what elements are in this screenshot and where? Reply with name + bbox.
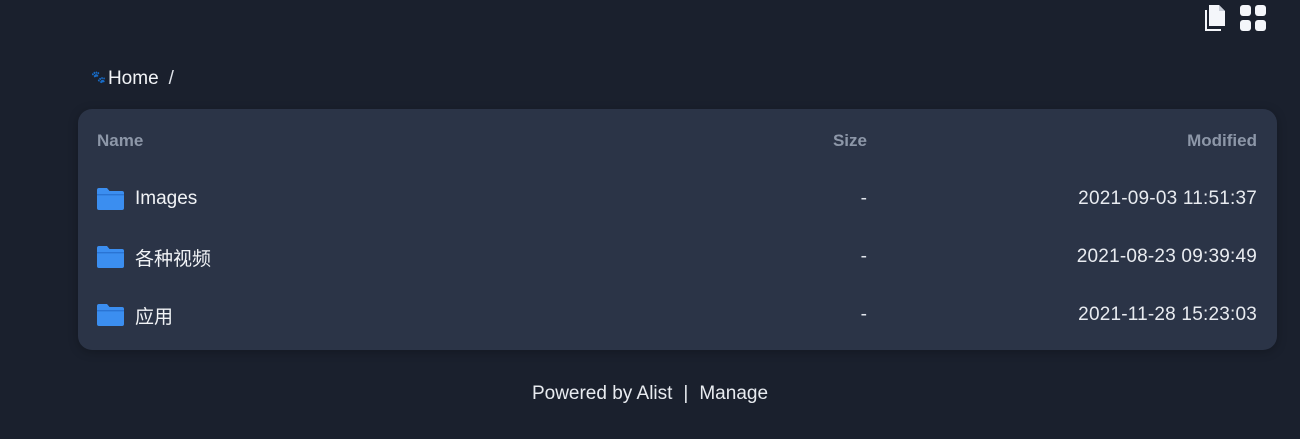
file-name[interactable]: Images	[135, 188, 197, 210]
file-size: -	[860, 188, 867, 209]
table-header: Name Size Modified	[78, 113, 1277, 169]
breadcrumb-separator: /	[168, 68, 174, 89]
grid-icon[interactable]	[1240, 4, 1266, 32]
paw-icon: 🐾	[91, 70, 106, 84]
file-modified: 2021-09-03 11:51:37	[1078, 188, 1257, 209]
powered-by-text[interactable]: Powered by Alist	[532, 383, 672, 405]
file-size: -	[860, 304, 867, 325]
breadcrumb: 🐾 Home /	[91, 68, 174, 90]
file-table: Name Size Modified Images - 2021-09-03 1…	[78, 109, 1277, 350]
manage-link[interactable]: Manage	[699, 383, 768, 405]
file-name[interactable]: 各种视频	[135, 244, 211, 271]
view-toggles	[1202, 4, 1266, 32]
column-header-size[interactable]: Size	[833, 131, 867, 151]
footer: Powered by Alist | Manage	[0, 383, 1300, 405]
table-row[interactable]: Images - 2021-09-03 11:51:37	[78, 170, 1277, 228]
footer-separator: |	[683, 383, 689, 404]
column-header-modified[interactable]: Modified	[1187, 131, 1257, 151]
file-modified: 2021-11-28 15:23:03	[1078, 304, 1257, 325]
row-name-cell: Images	[97, 187, 197, 211]
file-modified: 2021-08-23 09:39:49	[1076, 246, 1257, 267]
copy-icon[interactable]	[1202, 4, 1228, 32]
file-name[interactable]: 应用	[135, 302, 173, 329]
folder-icon	[97, 246, 124, 268]
file-browser-page: 🐾 Home / Name Size Modified Images - 202…	[0, 0, 1300, 439]
table-row[interactable]: 应用 - 2021-11-28 15:23:03	[78, 286, 1277, 344]
row-name-cell: 应用	[97, 302, 173, 329]
breadcrumb-home-link[interactable]: Home	[108, 68, 159, 90]
file-size: -	[860, 246, 867, 267]
table-row[interactable]: 各种视频 - 2021-08-23 09:39:49	[78, 228, 1277, 286]
row-name-cell: 各种视频	[97, 244, 211, 271]
folder-icon	[97, 304, 124, 326]
folder-icon	[97, 188, 124, 210]
column-header-name[interactable]: Name	[97, 131, 143, 151]
